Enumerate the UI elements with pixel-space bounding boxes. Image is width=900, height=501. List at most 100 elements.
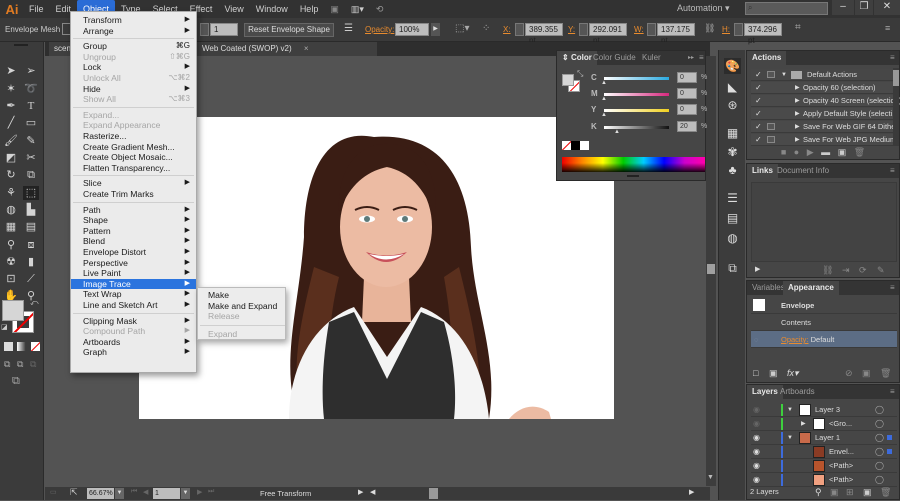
record-icon[interactable]: ● bbox=[794, 147, 799, 157]
swap-fill-stroke-icon[interactable]: ⤺ bbox=[30, 298, 39, 308]
menu-item-arrange[interactable]: Arrange ▶ bbox=[71, 26, 196, 37]
menu-view[interactable]: View bbox=[218, 0, 249, 18]
magenta-value-field[interactable]: 0 bbox=[677, 88, 697, 99]
new-set-icon[interactable]: ▬ bbox=[821, 147, 830, 157]
opacity-dropdown[interactable]: ▶ bbox=[431, 23, 440, 36]
new-sublayer-icon[interactable]: ⊞ bbox=[846, 487, 854, 498]
cyan-slider-thumb[interactable]: ▲ bbox=[601, 80, 607, 86]
color-guide-icon[interactable]: ◣ bbox=[724, 79, 741, 95]
white-swatch[interactable] bbox=[580, 141, 589, 150]
actions-scroll-thumb[interactable] bbox=[893, 70, 899, 86]
zoom-level-field[interactable]: 66.67% bbox=[87, 488, 114, 499]
action-row[interactable]: ✓ ▶ Opacity 60 (selection) bbox=[751, 82, 897, 94]
transparency-icon[interactable]: ◍ bbox=[724, 230, 741, 246]
yellow-value-field[interactable]: 0 bbox=[677, 104, 697, 115]
action-row[interactable]: ✓ ▶ Save For Web JPG Medium bbox=[751, 134, 897, 146]
artboard[interactable] bbox=[139, 117, 614, 419]
target-icon[interactable]: ◯ bbox=[875, 417, 884, 431]
document-tab-title-area[interactable]: Web Coated (SWOP) v2) × bbox=[197, 42, 377, 56]
layer-name[interactable]: Layer 1 bbox=[815, 431, 840, 445]
action-row[interactable]: ✓ ▶ Apply Default Style (selecti... bbox=[751, 108, 898, 120]
expand-triangle-icon[interactable]: ▶ bbox=[795, 95, 800, 107]
symbols-icon[interactable]: ♣ bbox=[724, 162, 741, 178]
artboard-tool-icon[interactable]: ⊡ bbox=[3, 272, 19, 286]
vertical-scrollbar[interactable]: ▼ bbox=[706, 56, 716, 486]
go-to-link-icon[interactable]: ⇥ bbox=[842, 265, 850, 276]
menu-item-line-and-sketch-art[interactable]: Line and Sketch Art ▶ bbox=[71, 300, 196, 311]
dialog-toggle-icon[interactable] bbox=[767, 136, 775, 143]
layer-name[interactable]: <Path> bbox=[829, 473, 853, 487]
draw-normal-icon[interactable]: ⧉ bbox=[4, 359, 10, 370]
layer-name[interactable]: <Path> bbox=[829, 459, 853, 473]
symbol-sprayer-tool-icon[interactable]: ☢ bbox=[3, 255, 19, 269]
transform-icon[interactable]: ⌗ bbox=[795, 22, 801, 33]
h-stepper[interactable] bbox=[734, 23, 743, 36]
magenta-slider-thumb[interactable]: ▲ bbox=[601, 96, 607, 102]
target-icon[interactable]: ◯ bbox=[875, 445, 884, 459]
relink-icon[interactable]: ⛓ bbox=[822, 265, 833, 276]
black-swatch[interactable] bbox=[571, 141, 580, 150]
pencil-tool-icon[interactable]: ✎ bbox=[23, 134, 39, 148]
screen-mode-icon[interactable]: ⧉ bbox=[12, 375, 20, 388]
play-icon[interactable]: ▶ bbox=[807, 147, 814, 157]
tab-artboards[interactable]: Artboards bbox=[775, 385, 820, 399]
current-tool-status[interactable]: Free Transform bbox=[260, 489, 311, 498]
expand-triangle-icon[interactable]: ▶ bbox=[795, 134, 800, 146]
menu-window[interactable]: Window bbox=[250, 0, 294, 18]
layer-row[interactable]: ◉ Envel... ◯ bbox=[751, 445, 897, 459]
transform-panel-icon[interactable]: ⧉ bbox=[724, 260, 741, 276]
visibility-eye-icon[interactable]: ◉ bbox=[753, 459, 760, 473]
make-clipping-mask-icon[interactable]: ▣ bbox=[830, 487, 839, 498]
align-icon[interactable]: ☰ bbox=[344, 23, 353, 34]
rows-field[interactable]: 1 bbox=[210, 23, 238, 36]
menu-item-group[interactable]: Group ⌘G bbox=[71, 41, 196, 52]
action-toggle-checkbox[interactable]: ✓ bbox=[755, 121, 762, 133]
submenu-item-make[interactable]: Make bbox=[198, 290, 285, 301]
scroll-left-arrow[interactable]: ◀ bbox=[370, 488, 375, 496]
scroll-down-arrow[interactable]: ▼ bbox=[707, 474, 714, 481]
slice-tool-icon[interactable]: ⟋ bbox=[23, 272, 39, 286]
opacity-link[interactable]: Opacity: bbox=[751, 335, 809, 344]
layer-row[interactable]: ◉ ▼ Layer 3 ◯ bbox=[751, 403, 897, 417]
visibility-eye-icon[interactable]: ◉ bbox=[753, 445, 760, 459]
links-menu-icon[interactable]: ≡ bbox=[885, 164, 900, 178]
fill-swatch[interactable] bbox=[2, 300, 24, 321]
actions-menu-icon[interactable]: ≡ bbox=[885, 51, 900, 65]
previous-artboard-button[interactable]: ◀ bbox=[143, 488, 148, 496]
x-field[interactable]: 389.355 pt bbox=[525, 23, 563, 45]
clear-appearance-icon[interactable]: ⊘ bbox=[845, 368, 853, 379]
expand-triangle-icon[interactable]: ▼ bbox=[781, 69, 787, 81]
menu-item-create-trim-marks[interactable]: Create Trim Marks bbox=[71, 189, 196, 200]
show-link-info-icon[interactable]: ▶ bbox=[755, 265, 760, 273]
close-tab-icon[interactable]: × bbox=[304, 44, 309, 53]
sync-icon[interactable]: ⟲ bbox=[370, 0, 390, 18]
target-icon[interactable]: ◯ bbox=[875, 403, 884, 417]
rotate-tool-icon[interactable]: ↻ bbox=[3, 168, 19, 182]
dialog-toggle-icon[interactable] bbox=[767, 123, 775, 130]
delete-icon[interactable]: 🗑 bbox=[854, 147, 865, 157]
menu-item-envelope-distort[interactable]: Envelope Distort ▶ bbox=[71, 247, 196, 258]
scale-tool-icon[interactable]: ⧉ bbox=[23, 168, 39, 182]
draw-behind-icon[interactable]: ⧉ bbox=[17, 359, 23, 370]
panel-menu-icon[interactable]: ≡ bbox=[694, 51, 709, 65]
gradient-icon[interactable]: ▤ bbox=[724, 210, 741, 226]
actions-scrollbar[interactable] bbox=[893, 68, 899, 146]
panel-grip[interactable] bbox=[14, 44, 28, 46]
help-search-input[interactable]: ⌕ bbox=[745, 2, 828, 15]
black-slider-thumb[interactable]: ▲ bbox=[614, 129, 620, 135]
default-fill-stroke-icon[interactable]: ◪ bbox=[1, 323, 8, 331]
visibility-icon[interactable]: ◌ bbox=[754, 331, 758, 348]
visibility-eye-icon[interactable]: ◉ bbox=[753, 473, 760, 487]
yellow-slider[interactable] bbox=[604, 109, 669, 112]
black-value-field[interactable]: 20 bbox=[677, 121, 697, 132]
menu-item-hide[interactable]: Hide ▶ bbox=[71, 84, 196, 95]
update-link-icon[interactable]: ⟳ bbox=[859, 265, 867, 276]
vertical-scroll-thumb[interactable] bbox=[707, 264, 715, 274]
dialog-toggle-icon[interactable] bbox=[767, 71, 775, 78]
color-spectrum[interactable] bbox=[562, 157, 705, 172]
duplicate-item-icon[interactable]: ▣ bbox=[862, 368, 871, 379]
menu-item-rasterize[interactable]: Rasterize... bbox=[71, 131, 196, 142]
paintbrush-tool-icon[interactable]: 🖌 bbox=[3, 134, 19, 148]
menu-item-create-gradient-mesh[interactable]: Create Gradient Mesh... bbox=[71, 142, 196, 153]
layer-name[interactable]: Layer 3 bbox=[815, 403, 840, 417]
